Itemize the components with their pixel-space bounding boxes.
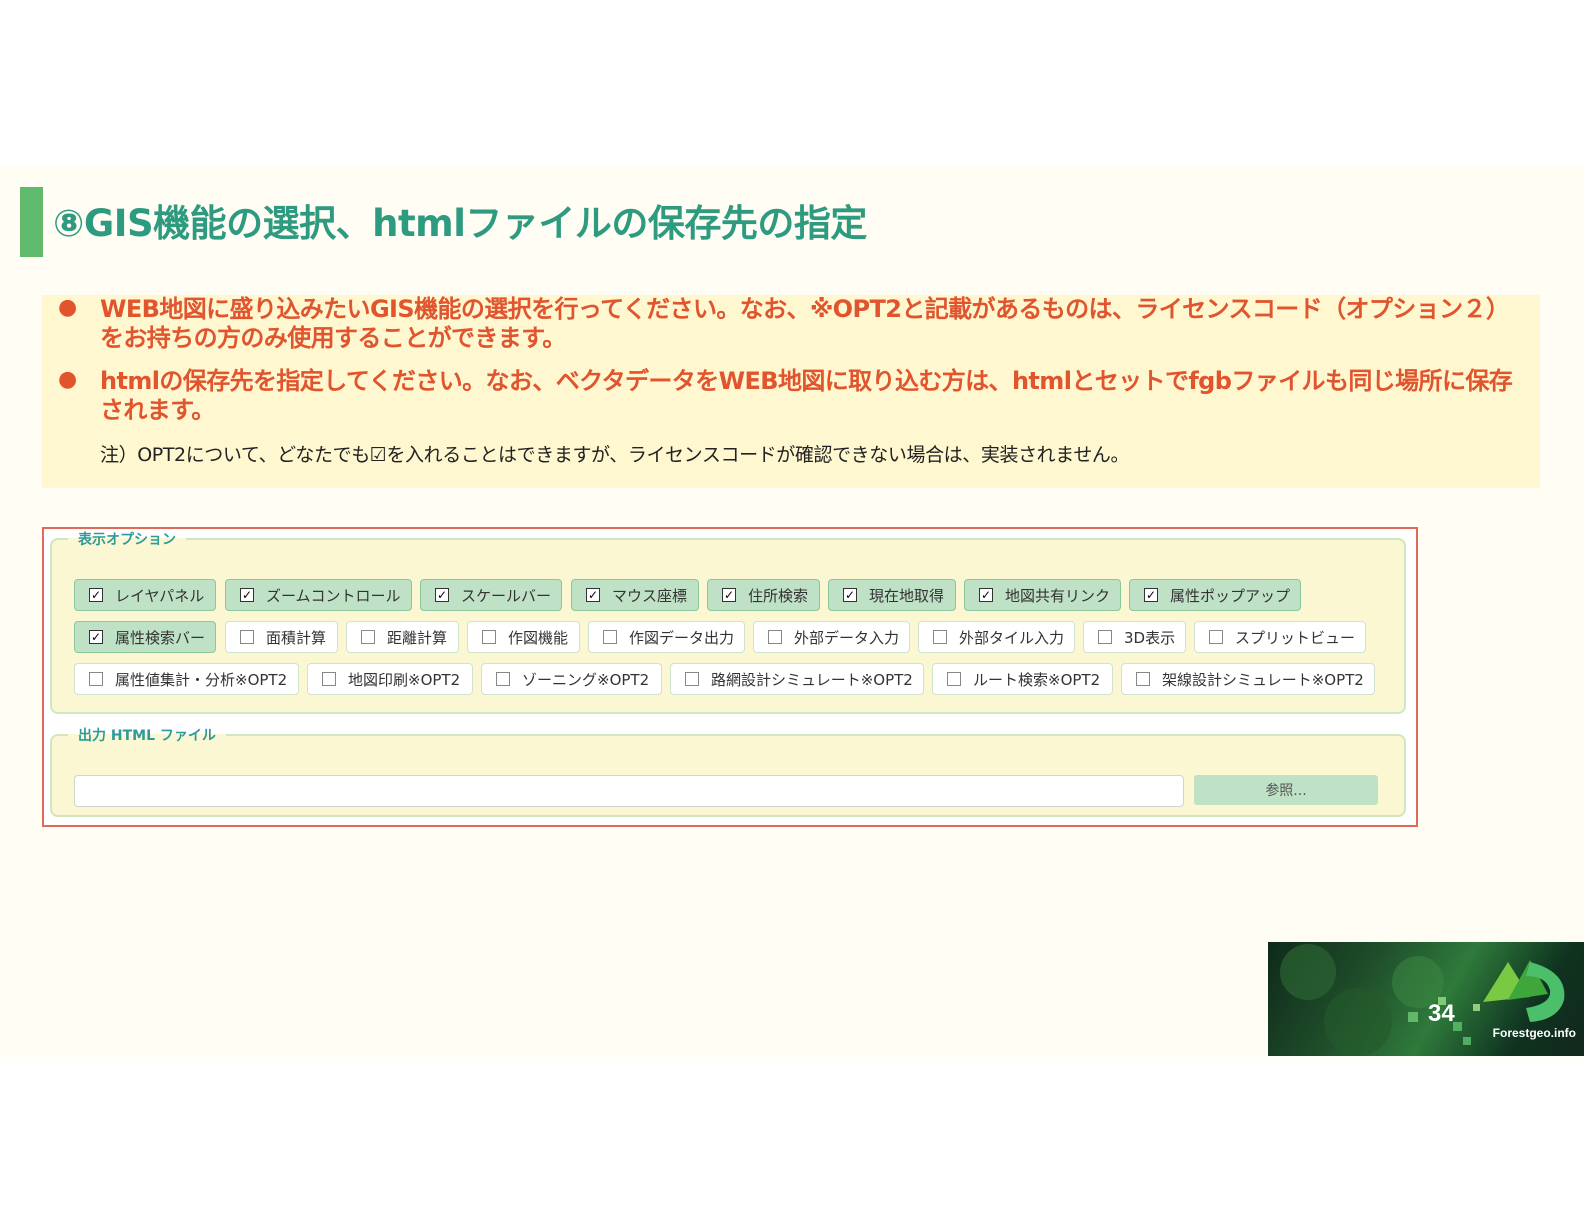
checkbox-checked-icon[interactable]: ✓ (843, 588, 857, 602)
option-label: 地図印刷※OPT2 (348, 670, 461, 689)
checkbox-unchecked-icon[interactable] (603, 630, 617, 644)
bullet-icon: ● (58, 367, 78, 392)
display-options-legend: 表示オプション (78, 532, 176, 548)
checkbox-unchecked-icon[interactable] (322, 672, 336, 686)
option-label: 路網設計シミュレート※OPT2 (711, 670, 913, 689)
option-area-calc[interactable]: 面積計算 (225, 621, 338, 653)
option-label: レイヤパネル (115, 586, 205, 605)
checkbox-unchecked-icon[interactable] (1209, 630, 1223, 644)
option-label: マウス座標 (612, 586, 688, 605)
option-label: ルート検索※OPT2 (973, 670, 1101, 689)
forestgeo-logo-banner: 34 Forestgeo.info (1268, 942, 1584, 1056)
option-label: 架線設計シミュレート※OPT2 (1162, 670, 1364, 689)
option-external-data[interactable]: 外部データ入力 (753, 621, 910, 653)
option-zoom-control[interactable]: ✓ ズームコントロール (225, 579, 412, 611)
output-html-legend: 出力 HTML ファイル (78, 728, 216, 744)
checkbox-unchecked-icon[interactable] (496, 672, 510, 686)
option-label: スケールバー (461, 586, 552, 605)
option-scale-bar[interactable]: ✓ スケールバー (420, 579, 562, 611)
checkbox-checked-icon[interactable]: ✓ (586, 588, 600, 602)
checkbox-unchecked-icon[interactable] (1098, 630, 1112, 644)
checkbox-checked-icon[interactable]: ✓ (979, 588, 993, 602)
checkbox-unchecked-icon[interactable] (361, 630, 375, 644)
slide: ⑧GIS機能の選択、htmlファイルの保存先の指定 ● WEB地図に盛り込みたい… (0, 165, 1584, 1057)
option-address-search[interactable]: ✓ 住所検索 (707, 579, 820, 611)
option-attribute-aggregation[interactable]: 属性値集計・分析※OPT2 (74, 663, 299, 695)
option-current-location[interactable]: ✓ 現在地取得 (828, 579, 956, 611)
page-number: 34 (1428, 1000, 1455, 1027)
option-attribute-search-bar[interactable]: ✓ 属性検索バー (74, 621, 216, 653)
opt2-note: 注）OPT2について、どなたでも☑を入れることはできますが、ライセンスコードが確… (100, 444, 1130, 466)
option-label: 面積計算 (266, 628, 327, 647)
option-cable-design[interactable]: 架線設計シミュレート※OPT2 (1121, 663, 1375, 695)
option-label: 属性ポップアップ (1170, 586, 1291, 605)
brand-name: Forestgeo.info (1492, 1026, 1576, 1040)
option-split-view[interactable]: スプリットビュー (1194, 621, 1366, 653)
checkbox-checked-icon[interactable]: ✓ (240, 588, 254, 602)
option-label: 属性検索バー (115, 628, 206, 647)
checkbox-unchecked-icon[interactable] (947, 672, 961, 686)
title-accent-bar (20, 187, 43, 257)
bullet-icon: ● (58, 295, 78, 320)
option-distance-calc[interactable]: 距離計算 (346, 621, 459, 653)
option-label: 作図機能 (508, 628, 569, 647)
option-external-tiles[interactable]: 外部タイル入力 (918, 621, 1075, 653)
option-attribute-popup[interactable]: ✓ 属性ポップアップ (1129, 579, 1301, 611)
option-label: 住所検索 (748, 586, 809, 605)
option-label: 作図データ出力 (629, 628, 735, 647)
option-share-link[interactable]: ✓ 地図共有リンク (964, 579, 1121, 611)
option-label: 属性値集計・分析※OPT2 (115, 670, 288, 689)
slide-title: ⑧GIS機能の選択、htmlファイルの保存先の指定 (53, 202, 867, 245)
instruction-box: ● WEB地図に盛り込みたいGIS機能の選択を行ってください。なお、※OPT2と… (42, 295, 1540, 488)
option-layer-panel[interactable]: ✓ レイヤパネル (74, 579, 216, 611)
option-label: スプリットビュー (1235, 628, 1356, 647)
checkbox-unchecked-icon[interactable] (685, 672, 699, 686)
option-label: 地図共有リンク (1005, 586, 1111, 605)
option-map-print[interactable]: 地図印刷※OPT2 (307, 663, 473, 695)
option-label: 現在地取得 (869, 586, 945, 605)
option-drawing-export[interactable]: 作図データ出力 (588, 621, 745, 653)
option-3d-view[interactable]: 3D表示 (1083, 621, 1186, 653)
option-zoning[interactable]: ゾーニング※OPT2 (481, 663, 662, 695)
checkbox-checked-icon[interactable]: ✓ (1144, 588, 1158, 602)
display-options-group: 表示オプション ✓ レイヤパネル ✓ ズームコントロール ✓ スケールバー ✓ … (50, 529, 1406, 714)
option-label: 外部データ入力 (794, 628, 900, 647)
option-road-design[interactable]: 路網設計シミュレート※OPT2 (670, 663, 924, 695)
checkbox-unchecked-icon[interactable] (482, 630, 496, 644)
checkbox-unchecked-icon[interactable] (933, 630, 947, 644)
instruction-bullet-2: htmlの保存先を指定してください。なお、ベクタデータをWEB地図に取り込む方は… (100, 367, 1513, 424)
checkbox-checked-icon[interactable]: ✓ (89, 588, 103, 602)
option-label: 外部タイル入力 (959, 628, 1065, 647)
option-label: 3D表示 (1124, 628, 1176, 647)
checkbox-unchecked-icon[interactable] (1136, 672, 1150, 686)
instruction-bullet-1: WEB地図に盛り込みたいGIS機能の選択を行ってください。なお、※OPT2と記載… (100, 295, 1510, 352)
option-label: ゾーニング※OPT2 (522, 670, 650, 689)
output-html-path-input[interactable] (74, 775, 1184, 807)
checkbox-unchecked-icon[interactable] (240, 630, 254, 644)
option-drawing[interactable]: 作図機能 (467, 621, 580, 653)
option-label: 距離計算 (387, 628, 448, 647)
option-label: ズームコントロール (266, 586, 401, 605)
checkbox-checked-icon[interactable]: ✓ (722, 588, 736, 602)
output-html-group: 出力 HTML ファイル 参照... (50, 725, 1406, 817)
option-mouse-coords[interactable]: ✓ マウス座標 (571, 579, 699, 611)
settings-panel: 表示オプション ✓ レイヤパネル ✓ ズームコントロール ✓ スケールバー ✓ … (42, 527, 1418, 827)
browse-button[interactable]: 参照... (1194, 775, 1378, 805)
checkbox-unchecked-icon[interactable] (768, 630, 782, 644)
checkbox-checked-icon[interactable]: ✓ (435, 588, 449, 602)
checkbox-unchecked-icon[interactable] (89, 672, 103, 686)
checkbox-checked-icon[interactable]: ✓ (89, 630, 103, 644)
option-route-search[interactable]: ルート検索※OPT2 (932, 663, 1113, 695)
